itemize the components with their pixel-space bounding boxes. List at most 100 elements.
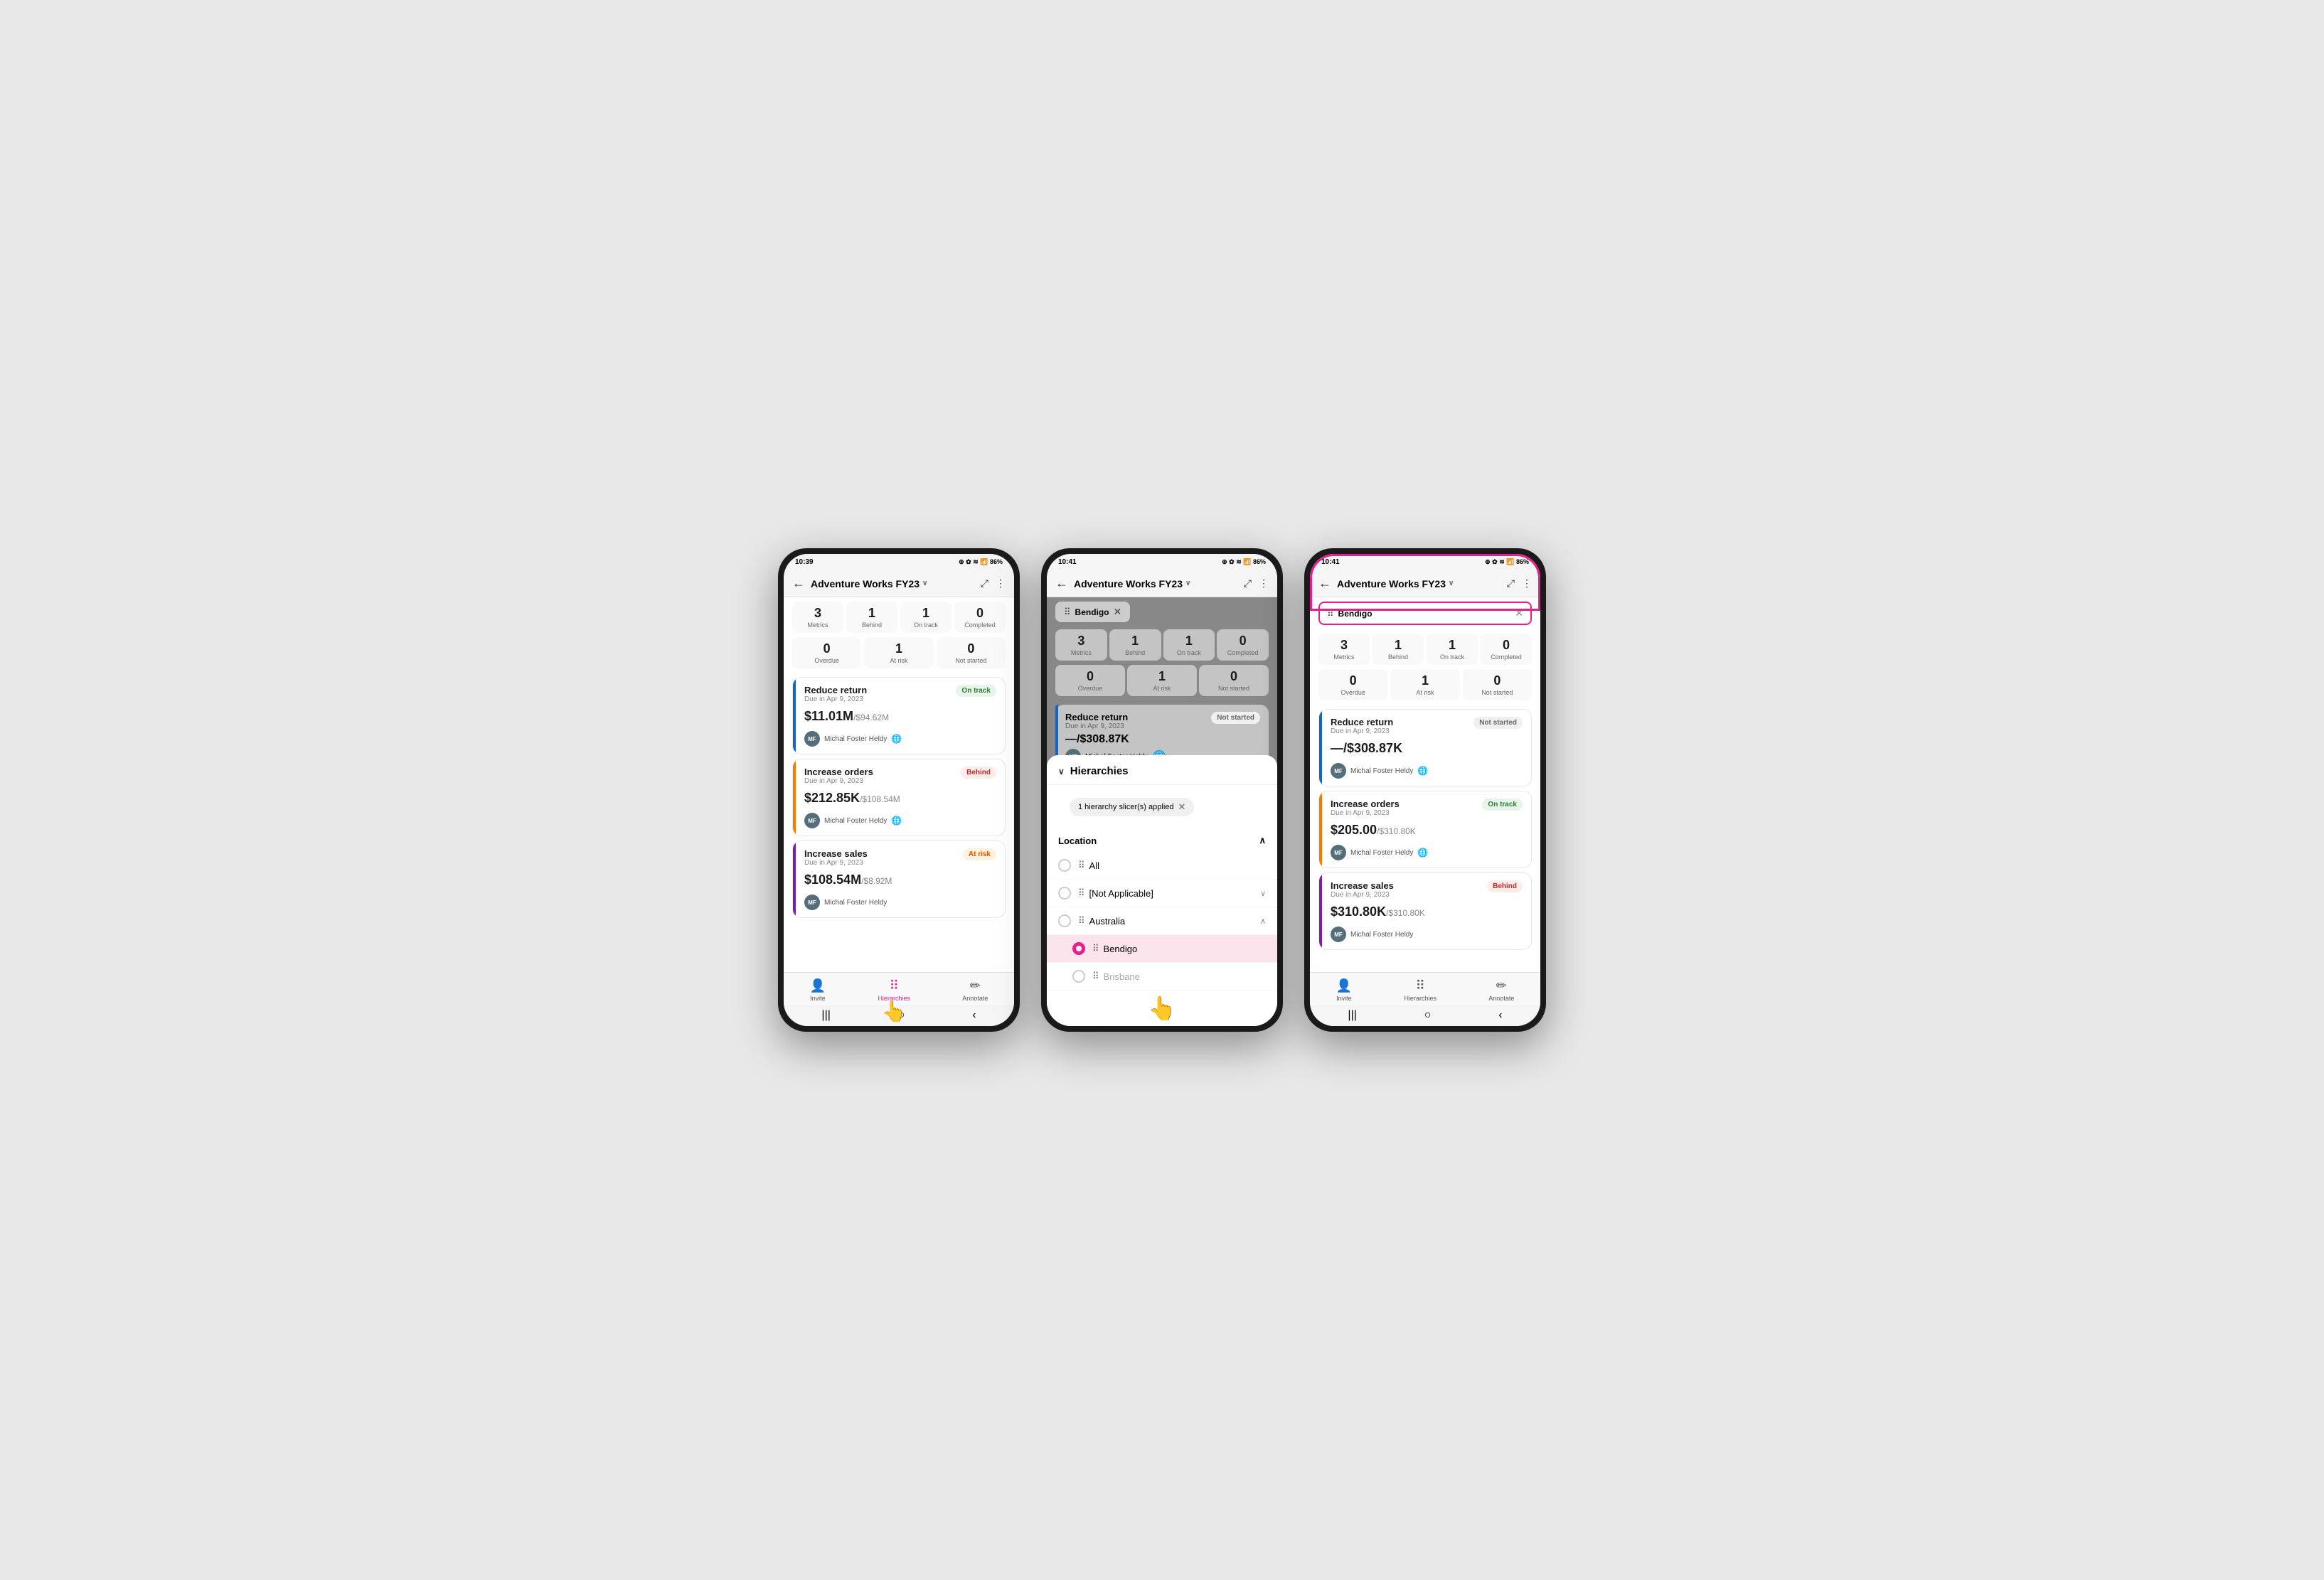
nav-invite-1[interactable]: 👤 Invite bbox=[810, 978, 826, 1002]
nav-hierarchies-3[interactable]: ⠿ Hierarchies bbox=[1404, 978, 1436, 1002]
radio-aus[interactable] bbox=[1058, 914, 1071, 927]
nav-title-2: Adventure Works FY23 ∨ bbox=[1074, 578, 1238, 589]
option-bendigo-label: Bendigo bbox=[1104, 944, 1138, 954]
hierarchy-chevron[interactable]: ∨ bbox=[1058, 767, 1065, 776]
location-collapse[interactable]: ∧ bbox=[1259, 835, 1266, 846]
phone-2: 10:41 ⊕ ✿ ≋ 📶 86% ← Adventure Works FY23… bbox=[1041, 548, 1283, 1032]
status-sales-3: Behind bbox=[1487, 880, 1523, 892]
sys-btn-home-3[interactable]: ○ bbox=[1424, 1009, 1432, 1022]
nav-bar-3: ← Adventure Works FY23 ∨ ⤢ ⋮ bbox=[1310, 570, 1540, 597]
location-header: Location ∧ bbox=[1047, 829, 1277, 852]
metric-atrisk-1[interactable]: 1 At risk bbox=[864, 637, 933, 668]
option-all-label: All bbox=[1089, 860, 1099, 871]
phones-container: 10:39 ⊕ ✿ ≋ 📶 86% ← Adventure Works FY23… bbox=[778, 548, 1546, 1032]
system-nav-3: ||| ○ ‹ bbox=[1310, 1005, 1540, 1026]
option-bendigo[interactable]: ⠿ Bendigo bbox=[1047, 935, 1277, 963]
nav-title-3: Adventure Works FY23 ∨ bbox=[1337, 578, 1501, 589]
sys-btn-left-1[interactable]: ||| bbox=[821, 1009, 830, 1022]
nav-hierarchies-1[interactable]: ⠿ Hierarchies 👆 bbox=[878, 978, 910, 1002]
more-button-3[interactable]: ⋮ bbox=[1522, 577, 1532, 589]
title-chevron-1[interactable]: ∨ bbox=[922, 580, 927, 587]
hierarchy-options: ⠿ All ⠿ [Not Applicable] ∨ bbox=[1047, 852, 1277, 991]
sys-btn-left-3[interactable]: ||| bbox=[1348, 1009, 1356, 1022]
na-chevron[interactable]: ∨ bbox=[1260, 889, 1266, 898]
option-not-applicable[interactable]: ⠿ [Not Applicable] ∨ bbox=[1047, 880, 1277, 907]
metric-notstarted-3[interactable]: 0 Not started bbox=[1463, 669, 1532, 700]
goal-footer-orders-1: MF Michal Foster Heldy 🌐 bbox=[796, 810, 1005, 836]
option-brisbane[interactable]: ⠿ Brisbane bbox=[1047, 963, 1277, 991]
radio-bendigo[interactable] bbox=[1072, 942, 1085, 955]
scroll-1[interactable]: 3 Metrics 1 Behind 1 On track 0 Complete… bbox=[784, 597, 1014, 972]
cursor-hand-2: 👆 bbox=[1047, 991, 1277, 1026]
metric-completed-3[interactable]: 0 Completed bbox=[1481, 634, 1532, 665]
applied-chip[interactable]: 1 hierarchy slicer(s) applied ✕ bbox=[1070, 798, 1194, 816]
bottom-nav-3: 👤 Invite ⠿ Hierarchies ✏ Annotate bbox=[1310, 972, 1540, 1005]
more-button-2[interactable]: ⋮ bbox=[1259, 577, 1269, 589]
scroll-3[interactable]: 3 Metrics 1 Behind 1 On track 0 Complete… bbox=[1310, 629, 1540, 972]
nav-annotate-1[interactable]: ✏ Annotate bbox=[962, 978, 988, 1002]
option-australia[interactable]: ⠿ Australia ∧ bbox=[1047, 907, 1277, 935]
goal-card-sales-3[interactable]: Increase sales Due in Apr 9, 2023 Behind… bbox=[1318, 872, 1532, 950]
metric-overdue-1[interactable]: 0 Overdue bbox=[792, 637, 861, 668]
status-reduce-3: Not started bbox=[1473, 717, 1523, 729]
goal-card-increase-sales-1[interactable]: Increase sales Due in Apr 9, 2023 At ris… bbox=[792, 840, 1006, 918]
title-chevron-3[interactable]: ∨ bbox=[1449, 580, 1454, 587]
metric-completed-1[interactable]: 0 Completed bbox=[954, 602, 1006, 633]
nav-annotate-3[interactable]: ✏ Annotate bbox=[1488, 978, 1514, 1002]
sys-btn-back-1[interactable]: ‹ bbox=[972, 1009, 976, 1022]
bendigo-filter-3[interactable]: ⠿ Bendigo ✕ bbox=[1318, 602, 1532, 625]
filter-chip-2: Bendigo bbox=[1075, 607, 1109, 617]
nav-invite-3[interactable]: 👤 Invite bbox=[1336, 978, 1352, 1002]
goal-card-orders-3[interactable]: Increase orders Due in Apr 9, 2023 On tr… bbox=[1318, 791, 1532, 868]
goal-header-sales-1: Increase sales Due in Apr 9, 2023 At ris… bbox=[796, 841, 1005, 871]
radio-na[interactable] bbox=[1058, 887, 1071, 900]
radio-all[interactable] bbox=[1058, 859, 1071, 872]
phone-2-screen: 10:41 ⊕ ✿ ≋ 📶 86% ← Adventure Works FY23… bbox=[1047, 554, 1277, 1026]
time-3: 10:41 bbox=[1321, 558, 1340, 566]
aus-chevron[interactable]: ∧ bbox=[1260, 917, 1266, 926]
goal-card-reduce-3[interactable]: Reduce return Due in Apr 9, 2023 Not sta… bbox=[1318, 709, 1532, 786]
expand-button-2[interactable]: ⤢ bbox=[1244, 577, 1252, 589]
status-icons-3: ⊕ ✿ ≋ 📶 86% bbox=[1485, 558, 1529, 566]
goal-footer-1: MF Michal Foster Heldy 🌐 bbox=[796, 728, 1005, 754]
filter-close-3[interactable]: ✕ bbox=[1515, 607, 1523, 619]
network-icons-1: ⊕ ✿ ≋ 📶 86% bbox=[959, 558, 1003, 566]
phone-1-screen: 10:39 ⊕ ✿ ≋ 📶 86% ← Adventure Works FY23… bbox=[784, 554, 1014, 1026]
more-button-1[interactable]: ⋮ bbox=[996, 577, 1006, 589]
goal-header-1: Reduce return Due in Apr 9, 2023 On trac… bbox=[796, 678, 1005, 708]
status-icons-1: ⊕ ✿ ≋ 📶 86% bbox=[959, 558, 1003, 566]
metric-behind-3[interactable]: 1 Behind bbox=[1372, 634, 1424, 665]
back-button-3[interactable]: ← bbox=[1318, 576, 1331, 591]
nav-bar-1: ← Adventure Works FY23 ∨ ⤢ ⋮ bbox=[784, 570, 1014, 597]
annotate-label-3: Annotate bbox=[1488, 995, 1514, 1002]
expand-button-3[interactable]: ⤢ bbox=[1507, 577, 1515, 589]
status-badge-1: On track bbox=[956, 685, 996, 697]
back-button-2[interactable]: ← bbox=[1055, 576, 1068, 591]
back-button-1[interactable]: ← bbox=[792, 576, 805, 591]
metric-ontrack-3[interactable]: 1 On track bbox=[1427, 634, 1478, 665]
radio-brisbane[interactable] bbox=[1072, 970, 1085, 983]
metric-metrics-1[interactable]: 3 Metrics bbox=[792, 602, 843, 633]
nav-actions-3: ⤢ ⋮ bbox=[1507, 577, 1532, 589]
applied-chip-close[interactable]: ✕ bbox=[1178, 801, 1186, 813]
filter-chip-close-2[interactable]: ✕ bbox=[1114, 606, 1122, 618]
metric-behind-1[interactable]: 1 Behind bbox=[846, 602, 897, 633]
hierarchies-icon-3: ⠿ bbox=[1416, 978, 1425, 993]
sys-btn-back-3[interactable]: ‹ bbox=[1498, 1009, 1502, 1022]
metric-metrics-3[interactable]: 3 Metrics bbox=[1318, 634, 1370, 665]
metric-atrisk-3[interactable]: 1 At risk bbox=[1390, 669, 1459, 700]
goal-header-orders-1: Increase orders Due in Apr 9, 2023 Behin… bbox=[796, 759, 1005, 789]
expand-button-1[interactable]: ⤢ bbox=[981, 577, 988, 589]
goal-card-increase-orders-1[interactable]: Increase orders Due in Apr 9, 2023 Behin… bbox=[792, 759, 1006, 836]
metric-ontrack-1[interactable]: 1 On track bbox=[900, 602, 952, 633]
goal-card-reduce-return-1[interactable]: Reduce return Due in Apr 9, 2023 On trac… bbox=[792, 677, 1006, 754]
title-chevron-2[interactable]: ∨ bbox=[1185, 580, 1190, 587]
status-bar-2: 10:41 ⊕ ✿ ≋ 📶 86% bbox=[1047, 554, 1277, 570]
metric-overdue-3[interactable]: 0 Overdue bbox=[1318, 669, 1387, 700]
invite-icon-3: 👤 bbox=[1336, 978, 1352, 993]
metrics-row1-3: 3 Metrics 1 Behind 1 On track 0 Complete… bbox=[1310, 629, 1540, 669]
phone-3: 10:41 ⊕ ✿ ≋ 📶 86% ← Adventure Works FY23… bbox=[1304, 548, 1546, 1032]
option-all[interactable]: ⠿ All bbox=[1047, 852, 1277, 880]
option-brisbane-label: Brisbane bbox=[1104, 971, 1140, 982]
metric-notstarted-1[interactable]: 0 Not started bbox=[937, 637, 1006, 668]
